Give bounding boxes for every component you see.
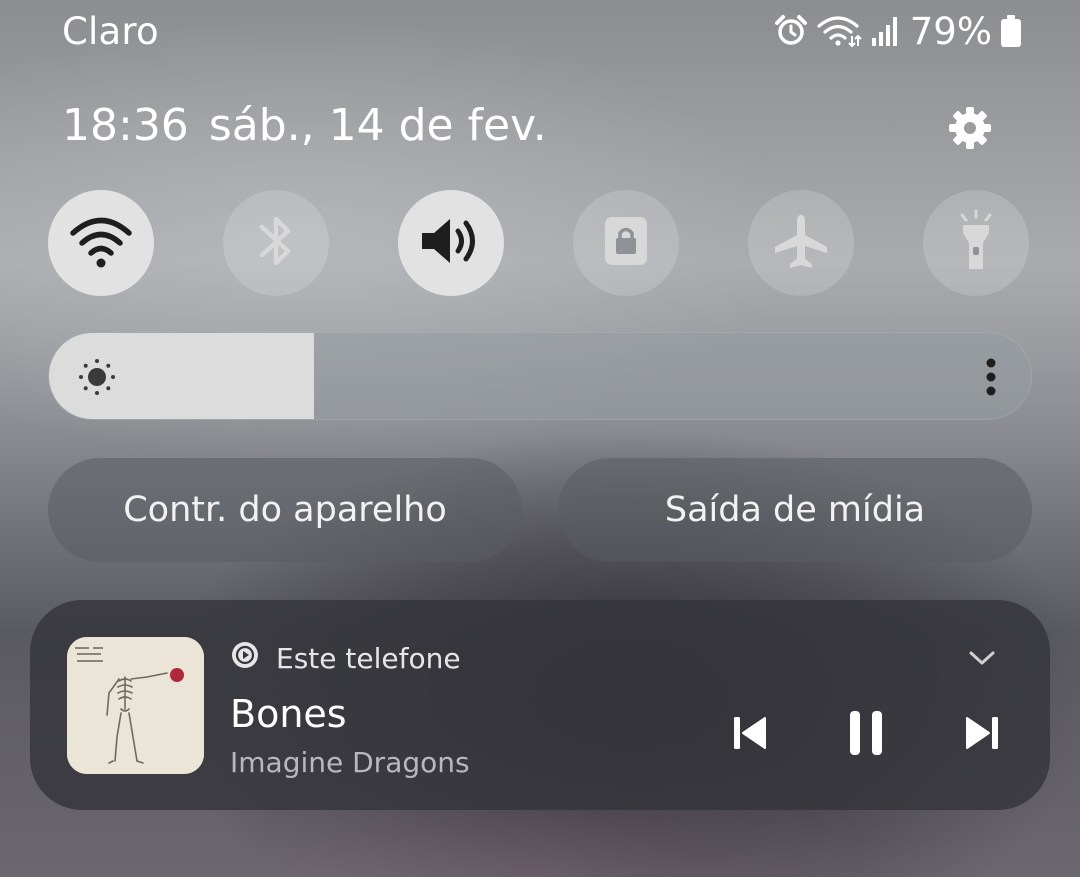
alarm-icon: [774, 14, 808, 48]
device-control-button[interactable]: Contr. do aparelho: [48, 458, 522, 562]
media-output-row[interactable]: Este telefone: [230, 640, 461, 677]
expand-button[interactable]: [962, 640, 1002, 680]
song-artist: Imagine Dragons: [230, 746, 470, 779]
album-art: [67, 637, 204, 774]
settings-button[interactable]: [940, 100, 1000, 160]
clock-time[interactable]: 18:36: [62, 100, 189, 151]
skip-next-icon: [962, 713, 1002, 757]
song-title: Bones: [230, 692, 347, 736]
status-icons: 79%: [774, 8, 1022, 54]
wifi-icon: [816, 14, 862, 48]
quick-settings-row: [0, 190, 1080, 296]
wifi-icon: [68, 213, 134, 273]
pause-button[interactable]: [839, 708, 893, 762]
chevron-down-icon: [968, 649, 996, 671]
next-track-button[interactable]: [955, 708, 1009, 762]
bluetooth-icon: [254, 211, 298, 275]
airplane-icon: [771, 211, 831, 275]
signal-icon: [870, 14, 900, 48]
media-player-card[interactable]: Este telefone Bones Imagine Dragons: [30, 600, 1050, 810]
skip-previous-icon: [730, 713, 770, 757]
output-device-label: Este telefone: [276, 642, 461, 675]
media-output-button[interactable]: Saída de mídia: [558, 458, 1032, 562]
status-bar: Claro 79%: [0, 0, 1080, 64]
battery-icon: [1000, 14, 1022, 48]
play-circle-icon: [230, 640, 260, 677]
battery-percent: 79%: [909, 9, 992, 53]
volume-icon: [418, 213, 484, 273]
flashlight-icon: [954, 209, 998, 277]
clock-row: 18:36 sáb., 14 de fev.: [62, 100, 567, 151]
bluetooth-toggle[interactable]: [223, 190, 329, 296]
brightness-slider[interactable]: [48, 332, 1032, 420]
clock-date[interactable]: sáb., 14 de fev.: [209, 100, 547, 151]
airplane-mode-toggle[interactable]: [748, 190, 854, 296]
lock-icon: [602, 214, 650, 272]
screen-lock-toggle[interactable]: [573, 190, 679, 296]
sound-toggle[interactable]: [398, 190, 504, 296]
flashlight-toggle[interactable]: [923, 190, 1029, 296]
pause-icon: [846, 709, 886, 761]
more-options-icon[interactable]: [985, 357, 997, 397]
wifi-toggle[interactable]: [48, 190, 154, 296]
gear-icon: [947, 105, 993, 155]
sun-icon: [77, 357, 117, 397]
carrier-name: Claro: [62, 10, 159, 53]
previous-track-button[interactable]: [723, 708, 777, 762]
